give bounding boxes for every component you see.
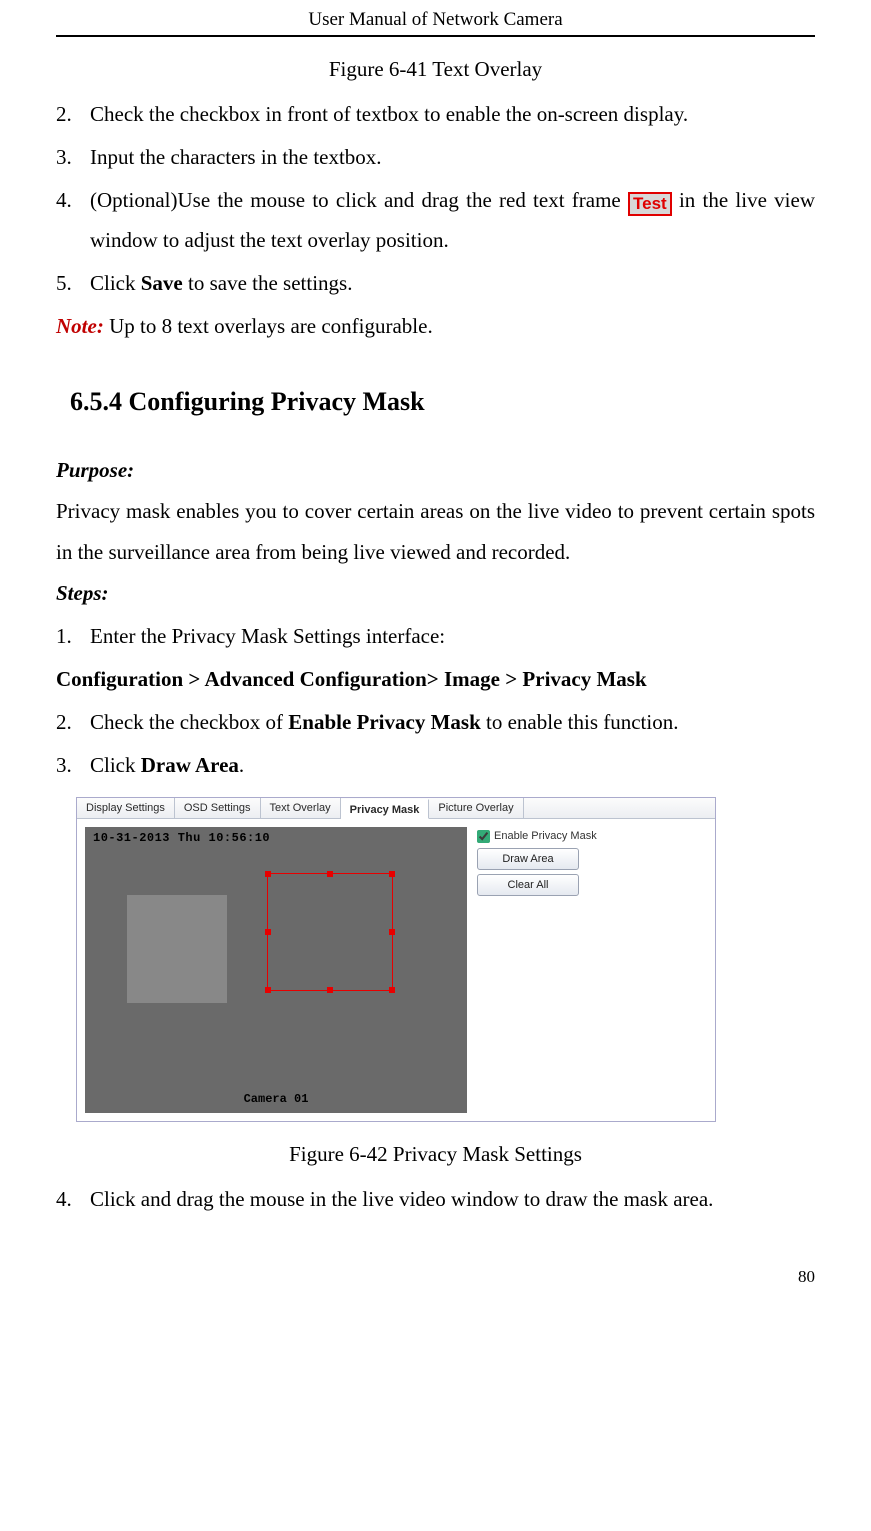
list-item: 2. Check the checkbox in front of textbo… [56, 94, 815, 135]
list-text: Check the checkbox in front of textbox t… [90, 94, 815, 135]
tab-osd-settings[interactable]: OSD Settings [175, 798, 261, 818]
text-post: . [239, 753, 244, 777]
draw-selection-rect[interactable] [267, 873, 393, 991]
right-panel: Enable Privacy Mask Draw Area Clear All [477, 827, 707, 899]
list-item: 4. (Optional)Use the mouse to click and … [56, 180, 815, 262]
list-number: 4. [56, 180, 90, 262]
purpose-text: Privacy mask enables you to cover certai… [56, 491, 815, 573]
purpose-label: Purpose: [56, 450, 815, 491]
resize-handle-icon[interactable] [389, 871, 395, 877]
resize-handle-icon[interactable] [265, 987, 271, 993]
steps-list-b-cont: 2. Check the checkbox of Enable Privacy … [56, 702, 815, 786]
clear-all-button[interactable]: Clear All [477, 874, 579, 896]
tab-display-settings[interactable]: Display Settings [77, 798, 175, 818]
text-post: to save the settings. [183, 271, 353, 295]
draw-area-button[interactable]: Draw Area [477, 848, 579, 870]
list-number: 2. [56, 702, 90, 743]
list-number: 3. [56, 745, 90, 786]
resize-handle-icon[interactable] [265, 871, 271, 877]
list-number: 1. [56, 616, 90, 657]
steps-list-b-cont2: 4. Click and drag the mouse in the live … [56, 1179, 815, 1220]
text-pre: Check the checkbox of [90, 710, 288, 734]
text-pre: (Optional)Use the mouse to click and dra… [90, 188, 628, 212]
checkbox-label: Enable Privacy Mask [494, 829, 597, 843]
list-item: 4. Click and drag the mouse in the live … [56, 1179, 815, 1220]
list-text: (Optional)Use the mouse to click and dra… [90, 180, 815, 262]
list-number: 2. [56, 94, 90, 135]
test-frame-icon: Test [628, 192, 672, 216]
ui-body: 10-31-2013 Thu 10:56:10 Camera 01 Enable… [77, 819, 715, 1121]
note-text: Up to 8 text overlays are configurable. [104, 314, 433, 338]
bold-text: Save [141, 271, 183, 295]
list-item: 2. Check the checkbox of Enable Privacy … [56, 702, 815, 743]
list-text: Check the checkbox of Enable Privacy Mas… [90, 702, 815, 743]
figure-caption-6-41: Figure 6-41 Text Overlay [56, 49, 815, 90]
enable-privacy-mask-row[interactable]: Enable Privacy Mask [477, 829, 707, 843]
bold-text: Draw Area [141, 753, 239, 777]
list-text: Input the characters in the textbox. [90, 137, 815, 178]
breadcrumb-path: Configuration > Advanced Configuration> … [56, 659, 815, 700]
tab-privacy-mask[interactable]: Privacy Mask [341, 799, 430, 819]
tab-text-overlay[interactable]: Text Overlay [261, 798, 341, 818]
resize-handle-icon[interactable] [389, 987, 395, 993]
tab-bar: Display Settings OSD Settings Text Overl… [77, 798, 715, 819]
page-header: User Manual of Network Camera [56, 0, 815, 37]
list-number: 5. [56, 263, 90, 304]
list-text: Click and drag the mouse in the live vid… [90, 1179, 815, 1220]
osd-timestamp: 10-31-2013 Thu 10:56:10 [93, 831, 270, 847]
figure-caption-6-42: Figure 6-42 Privacy Mask Settings [56, 1134, 815, 1175]
list-item: 3. Input the characters in the textbox. [56, 137, 815, 178]
list-text: Enter the Privacy Mask Settings interfac… [90, 616, 815, 657]
list-item: 3. Click Draw Area. [56, 745, 815, 786]
enable-privacy-mask-checkbox[interactable] [477, 830, 490, 843]
section-heading-6-5-4: 6.5.4 Configuring Privacy Mask [70, 377, 815, 428]
list-number: 3. [56, 137, 90, 178]
privacy-mask-screenshot: Display Settings OSD Settings Text Overl… [76, 797, 716, 1122]
list-text: Click Draw Area. [90, 745, 815, 786]
resize-handle-icon[interactable] [389, 929, 395, 935]
text-pre: Click [90, 271, 141, 295]
text-post: to enable this function. [481, 710, 679, 734]
steps-list-b: 1. Enter the Privacy Mask Settings inter… [56, 616, 815, 657]
note-label: Note: [56, 314, 104, 338]
live-video-area[interactable]: 10-31-2013 Thu 10:56:10 Camera 01 [85, 827, 467, 1113]
list-item: 1. Enter the Privacy Mask Settings inter… [56, 616, 815, 657]
page-number: 80 [56, 1260, 815, 1293]
list-number: 4. [56, 1179, 90, 1220]
bold-text: Enable Privacy Mask [288, 710, 481, 734]
existing-mask-block [127, 895, 227, 1003]
list-text: Click Save to save the settings. [90, 263, 815, 304]
list-item: 5. Click Save to save the settings. [56, 263, 815, 304]
resize-handle-icon[interactable] [327, 871, 333, 877]
resize-handle-icon[interactable] [265, 929, 271, 935]
steps-list-a: 2. Check the checkbox in front of textbo… [56, 94, 815, 305]
steps-label: Steps: [56, 573, 815, 614]
tab-picture-overlay[interactable]: Picture Overlay [429, 798, 523, 818]
note-line: Note: Up to 8 text overlays are configur… [56, 306, 815, 347]
resize-handle-icon[interactable] [327, 987, 333, 993]
osd-camera-name: Camera 01 [244, 1092, 309, 1108]
text-pre: Click [90, 753, 141, 777]
